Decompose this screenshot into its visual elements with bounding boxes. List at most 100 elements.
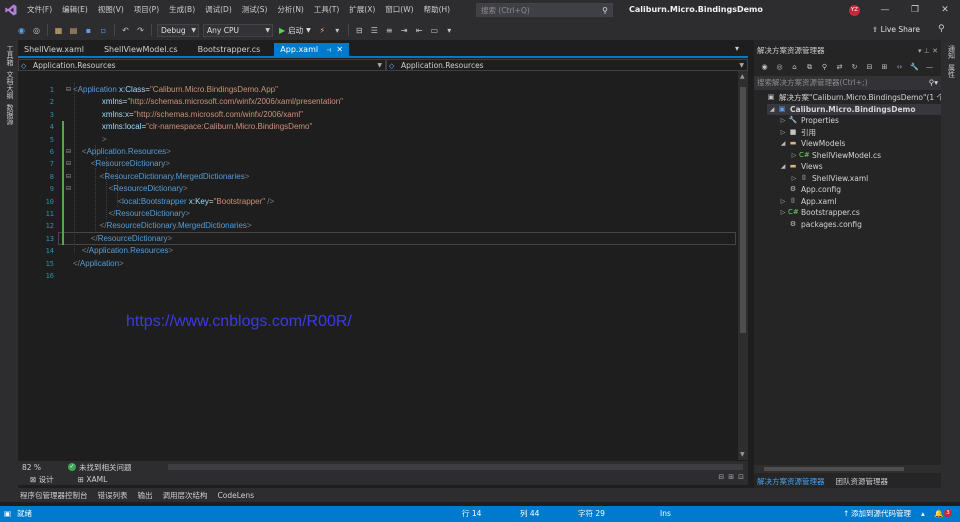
search-input[interactable]: 搜索 (Ctrl+Q) ⚲ (476, 3, 613, 17)
document-outline-tab[interactable]: 文档大纲 (3, 71, 15, 99)
indent-icon[interactable]: ⇥ (399, 25, 410, 36)
code-editor[interactable]: https://www.cnblogs.com/R00R/ 1234567891… (18, 71, 738, 460)
scrollbar-thumb[interactable] (740, 87, 746, 333)
editor-vertical-scrollbar[interactable]: ▲ ▼ (738, 71, 748, 460)
avatar[interactable]: YZ (849, 5, 860, 16)
pin-icon[interactable]: ⊣ (326, 47, 331, 54)
properties-tab[interactable]: 属性 (945, 64, 957, 78)
expand-toggle-icon[interactable]: ▷ (778, 196, 788, 208)
minimize-button[interactable]: — (870, 0, 900, 20)
scrollbar-thumb[interactable] (764, 467, 904, 471)
menu-item[interactable]: 文件(F) (22, 0, 57, 20)
switch-views-icon[interactable]: ⧉ (804, 62, 815, 73)
tree-item[interactable]: ▷ 🔧 Properties (778, 115, 839, 127)
tab-design[interactable]: ⊠ 设计 (18, 474, 66, 485)
split-horizontal-icon[interactable]: ⊟ (718, 473, 724, 481)
format-icon[interactable]: ▭ (429, 25, 440, 36)
fold-toggle-icon[interactable]: ⊟ (66, 84, 71, 96)
menu-item[interactable]: 帮助(H) (419, 0, 456, 20)
hot-reload-icon[interactable]: ⚡ (317, 25, 328, 36)
tree-item[interactable]: ⚙ packages.config (778, 219, 862, 231)
undo-icon[interactable]: ↶ (120, 25, 131, 36)
open-icon[interactable]: ▤ (68, 25, 79, 36)
refresh-icon[interactable]: ↻ (849, 62, 860, 73)
tree-item[interactable]: ◢ ▬ Views (778, 161, 823, 173)
menu-item[interactable]: 测试(S) (237, 0, 273, 20)
document-tab[interactable]: App.xaml ⊣ ✕ (274, 43, 350, 56)
more-icon[interactable]: — (924, 62, 935, 73)
back-icon[interactable]: ◉ (16, 25, 27, 36)
add-to-source-control-button[interactable]: 添加到源代码管理 (851, 506, 911, 522)
tree-item[interactable]: ▷ C# ShellViewModel.cs (789, 150, 881, 162)
scroll-down-icon[interactable]: ▼ (740, 451, 745, 458)
notifications-icon[interactable]: 🔔 (934, 506, 943, 522)
issues-indicator[interactable]: ✓ 未找到相关问题 (68, 462, 132, 473)
forward-icon[interactable]: ◎ (774, 62, 785, 73)
close-icon[interactable]: ✕ (336, 45, 343, 54)
pin-icon[interactable]: ⊥ (924, 47, 930, 55)
notifications-tab[interactable]: 通知 (945, 45, 957, 59)
feedback-icon[interactable]: ⚲ (938, 24, 945, 34)
tree-item[interactable]: ⚙ App.config (778, 184, 841, 196)
properties-icon[interactable]: 🔧 (909, 62, 920, 73)
editor-horizontal-scrollbar[interactable] (168, 464, 743, 470)
config-dropdown[interactable]: Debug ▼ (157, 23, 199, 37)
document-tab[interactable]: ShellViewModel.cs (98, 43, 184, 56)
save-icon[interactable]: ▪ (83, 25, 94, 36)
tool-window-tab[interactable]: 错误列表 (98, 490, 128, 501)
tab-overflow-icon[interactable]: ▾ (735, 44, 739, 53)
menu-item[interactable]: 窗口(W) (380, 0, 418, 20)
tree-item[interactable]: ▷ ■ 引用 (778, 127, 816, 139)
expand-toggle-icon[interactable]: ◢ (778, 161, 788, 173)
expand-toggle-icon[interactable]: ◢ (778, 138, 788, 150)
search-icon[interactable]: ⚲ (598, 6, 612, 15)
tool-window-tab[interactable]: 调用层次结构 (163, 490, 208, 501)
expand-toggle-icon[interactable]: ▷ (778, 115, 788, 127)
nav-scope-dropdown[interactable]: ◇ Application.Resources ▼ (18, 59, 386, 71)
menu-item[interactable]: 视图(V) (93, 0, 129, 20)
collapse-pane-icon[interactable]: ⊡ (738, 473, 744, 481)
tree-item[interactable]: ▣ 解决方案"Caliburn.Micro.BindingsDemo"(1 个项 (756, 92, 952, 104)
preview-icon[interactable]: ‹› (894, 62, 905, 73)
save-all-icon[interactable]: ▫ (98, 25, 109, 36)
menu-item[interactable]: 分析(N) (272, 0, 308, 20)
tree-item[interactable]: ▷ ⌷ ShellView.xaml (789, 173, 869, 185)
nav-member-dropdown[interactable]: ◇ Application.Resources ▼ (386, 59, 748, 71)
tool-window-tab[interactable]: CodeLens (218, 491, 255, 500)
document-tab[interactable]: ShellView.xaml (18, 43, 90, 56)
expand-toggle-icon[interactable]: ▷ (789, 150, 799, 162)
solution-horizontal-scrollbar[interactable] (754, 465, 941, 473)
toolbar-overflow-icon[interactable]: ▾ (332, 25, 343, 36)
redo-icon[interactable]: ↷ (135, 25, 146, 36)
solution-explorer-bottom-tab[interactable]: 解决方案资源管理器 (754, 476, 825, 487)
new-project-icon[interactable]: ▦ (53, 25, 64, 36)
expand-toggle-icon[interactable]: ▷ (778, 127, 788, 139)
uncomment-icon[interactable]: ≡ (384, 25, 395, 36)
tree-item[interactable]: ◢ ▣ Caliburn.Micro.BindingsDemo (767, 103, 941, 116)
back-icon[interactable]: ◉ (759, 62, 770, 73)
close-icon[interactable]: ✕ (932, 47, 938, 55)
menu-item[interactable]: 编辑(E) (57, 0, 93, 20)
sync-icon[interactable]: ⇄ (834, 62, 845, 73)
fold-toggle-icon[interactable]: ⊟ (66, 146, 71, 158)
solution-search-input[interactable]: 搜索解决方案资源管理器(Ctrl+;) ⚲▾ (754, 76, 941, 90)
customize-icon[interactable]: ▾ (444, 25, 455, 36)
zoom-level[interactable]: 82 % (18, 463, 68, 472)
fold-toggle-icon[interactable]: ⊟ (66, 183, 71, 195)
start-button[interactable]: ▶ 启动 ▼ (279, 25, 311, 36)
fold-toggle-icon[interactable]: ⊟ (66, 158, 71, 170)
collapse-all-icon[interactable]: ⊟ (864, 62, 875, 73)
tab-xaml[interactable]: ⊞ XAML (66, 475, 120, 484)
outdent-icon[interactable]: ⇤ (414, 25, 425, 36)
tool-window-tab[interactable]: 程序包管理器控制台 (20, 490, 88, 501)
bookmark-icon[interactable]: ⊟ (354, 25, 365, 36)
menu-item[interactable]: 工具(T) (309, 0, 344, 20)
menu-item[interactable]: 生成(B) (164, 0, 200, 20)
expand-toggle-icon[interactable]: ◢ (767, 104, 777, 116)
expand-toggle-icon[interactable]: ▷ (789, 173, 799, 185)
menu-item[interactable]: 项目(P) (129, 0, 164, 20)
scroll-up-icon[interactable]: ▲ (740, 73, 745, 80)
search-icon[interactable]: ⚲▾ (929, 76, 938, 90)
pane-menu-icon[interactable]: ▾ (918, 47, 922, 55)
comment-icon[interactable]: ☰ (369, 25, 380, 36)
